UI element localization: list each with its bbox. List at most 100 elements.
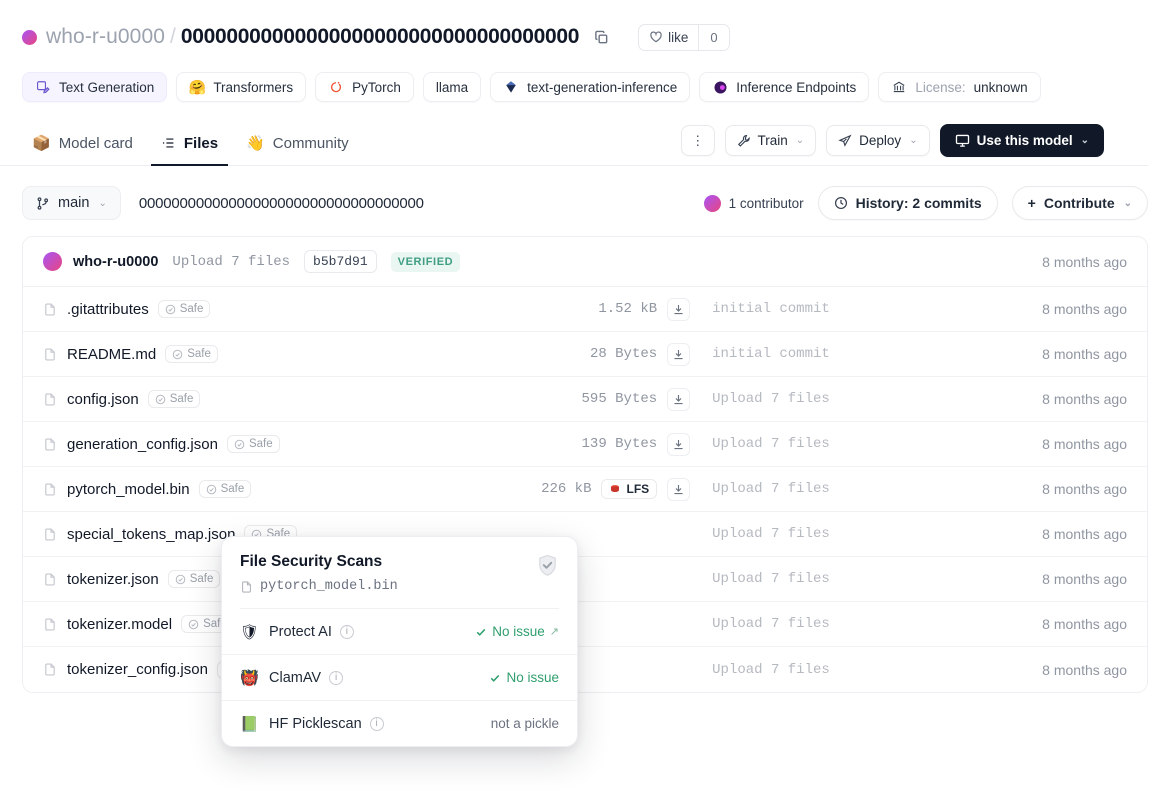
scanner-name: HF Picklescan <box>269 716 362 732</box>
safe-badge[interactable]: Safe <box>165 345 218 363</box>
tag-list: Text Generation 🤗 Transformers PyTorch l… <box>22 72 1148 102</box>
tab-files[interactable]: Files <box>151 126 228 166</box>
copy-icon[interactable] <box>590 26 612 48</box>
table-row[interactable]: special_tokens_map.jsonSafeUpload 7 file… <box>23 512 1147 557</box>
table-row[interactable]: pytorch_model.binSafe226 kBLFSUpload 7 f… <box>23 467 1147 512</box>
download-icon[interactable] <box>667 388 690 411</box>
table-row[interactable]: tokenizer.modelSafeUpload 7 files8 month… <box>23 602 1147 647</box>
table-row[interactable]: config.jsonSafe595 BytesUpload 7 files8 … <box>23 377 1147 422</box>
safe-badge[interactable]: Safe <box>158 300 211 318</box>
tgi-icon <box>503 79 519 95</box>
inference-endpoints-icon <box>712 79 728 95</box>
license-icon <box>891 79 907 95</box>
tag-llama[interactable]: llama <box>423 72 481 102</box>
tab-model-card[interactable]: 📦 Model card <box>22 125 143 166</box>
protect-ai-icon: 🛡 <box>240 622 259 641</box>
deploy-button[interactable]: Deploy ⌄ <box>826 125 929 156</box>
repo-actions: ⋮ Train ⌄ Deploy ⌄ Use this model <box>681 124 1126 165</box>
tag-inference-endpoints[interactable]: Inference Endpoints <box>699 72 869 102</box>
train-label: Train <box>758 133 788 148</box>
file-name[interactable]: tokenizer.json <box>67 571 159 588</box>
repo-nav: 📦 Model card Files 👋 Community ⋮ <box>0 124 1148 166</box>
file-commit-message: Upload 7 files <box>712 616 1042 632</box>
tag-transformers[interactable]: 🤗 Transformers <box>176 72 306 102</box>
file-commit-message: initial commit <box>712 346 1042 362</box>
file-name[interactable]: pytorch_model.bin <box>67 481 190 498</box>
download-icon[interactable] <box>667 433 690 456</box>
tag-license[interactable]: License: unknown <box>878 72 1040 102</box>
file-commit-message: Upload 7 files <box>712 662 1042 678</box>
contribute-label: Contribute <box>1044 195 1115 211</box>
file-icon <box>43 482 61 497</box>
page-title[interactable]: 00000000000000000000000000000000000 <box>181 25 579 49</box>
file-name[interactable]: .gitattributes <box>67 301 149 318</box>
breadcrumb[interactable]: 00000000000000000000000000000000000 <box>139 195 424 212</box>
avatar <box>43 252 62 271</box>
repo-title-row: who-r-u0000 / 00000000000000000000000000… <box>22 18 1148 56</box>
file-name[interactable]: special_tokens_map.json <box>67 526 235 543</box>
download-icon[interactable] <box>667 298 690 321</box>
hf-model-page: who-r-u0000 / 00000000000000000000000000… <box>0 0 1170 800</box>
owner-name[interactable]: who-r-u0000 <box>46 25 165 49</box>
more-options-button[interactable]: ⋮ <box>681 125 715 156</box>
tag-label: Transformers <box>213 80 293 95</box>
file-name[interactable]: tokenizer_config.json <box>67 661 208 678</box>
info-icon[interactable]: i <box>340 625 354 639</box>
file-commit-message: Upload 7 files <box>712 571 1042 587</box>
file-name[interactable]: config.json <box>67 391 139 408</box>
train-button[interactable]: Train ⌄ <box>725 125 817 156</box>
tab-community[interactable]: 👋 Community <box>236 125 359 166</box>
scanner-status: not a pickle <box>491 716 559 731</box>
file-time: 8 months ago <box>1042 301 1127 317</box>
safe-badge[interactable]: Safe <box>199 480 252 498</box>
file-name[interactable]: generation_config.json <box>67 436 218 453</box>
file-name[interactable]: README.md <box>67 346 156 363</box>
repo-meta: 1 contributor History: 2 commits + Contr… <box>704 186 1148 220</box>
branch-label: main <box>58 195 89 211</box>
commit-message[interactable]: Upload 7 files <box>172 254 290 270</box>
table-row[interactable]: tokenizer_config.jsonSafeUpload 7 files8… <box>23 647 1147 692</box>
file-name[interactable]: tokenizer.model <box>67 616 172 633</box>
contribute-button[interactable]: + Contribute ⌄ <box>1012 186 1148 220</box>
file-time: 8 months ago <box>1042 662 1127 678</box>
clock-icon <box>834 196 848 210</box>
download-icon[interactable] <box>667 343 690 366</box>
contributor-label: 1 contributor <box>729 196 804 211</box>
picklescan-icon: 📗 <box>240 714 259 733</box>
history-button[interactable]: History: 2 commits <box>818 186 998 220</box>
tag-pytorch[interactable]: PyTorch <box>315 72 414 102</box>
download-icon[interactable] <box>667 478 690 501</box>
file-commit-message: Upload 7 files <box>712 526 1042 542</box>
scanner-status: No issue↗ <box>475 624 559 639</box>
branch-selector[interactable]: main ⌄ <box>22 186 121 220</box>
safe-label: Safe <box>221 483 245 495</box>
table-row[interactable]: generation_config.jsonSafe139 BytesUploa… <box>23 422 1147 467</box>
table-row[interactable]: README.mdSafe28 Bytesinitial commit8 mon… <box>23 332 1147 377</box>
tag-text-generation[interactable]: Text Generation <box>22 72 167 102</box>
table-row[interactable]: .gitattributesSafe1.52 kBinitial commit8… <box>23 287 1147 332</box>
use-this-model-button[interactable]: Use this model ⌄ <box>940 124 1104 157</box>
info-icon[interactable]: i <box>329 671 343 685</box>
commit-author[interactable]: who-r-u0000 <box>43 252 158 271</box>
tag-text-generation-inference[interactable]: text-generation-inference <box>490 72 690 102</box>
safe-label: Safe <box>249 438 273 450</box>
lfs-badge[interactable]: LFS <box>601 479 657 499</box>
file-icon <box>240 580 253 594</box>
safe-badge[interactable]: Safe <box>227 435 280 453</box>
table-row[interactable]: tokenizer.jsonSafeUpload 7 files8 months… <box>23 557 1147 602</box>
like-button[interactable]: like <box>639 25 698 50</box>
contributor-count[interactable]: 1 contributor <box>704 195 804 212</box>
file-time: 8 months ago <box>1042 391 1127 407</box>
scanner-name: ClamAV <box>269 670 321 686</box>
external-link-icon[interactable]: ↗ <box>550 625 559 638</box>
like-count[interactable]: 0 <box>698 25 728 50</box>
scanner-list: 🛡Protect AIiNo issue↗👹ClamAViNo issue📗HF… <box>222 609 577 746</box>
safe-badge[interactable]: Safe <box>168 570 221 588</box>
safe-badge[interactable]: Safe <box>148 390 201 408</box>
commit-sha[interactable]: b5b7d91 <box>304 250 377 273</box>
file-icon <box>43 437 61 452</box>
security-popup-filename: pytorch_model.bin <box>260 579 398 594</box>
info-icon[interactable]: i <box>370 717 384 731</box>
monitor-icon <box>955 133 970 148</box>
file-commit-message: Upload 7 files <box>712 436 1042 452</box>
